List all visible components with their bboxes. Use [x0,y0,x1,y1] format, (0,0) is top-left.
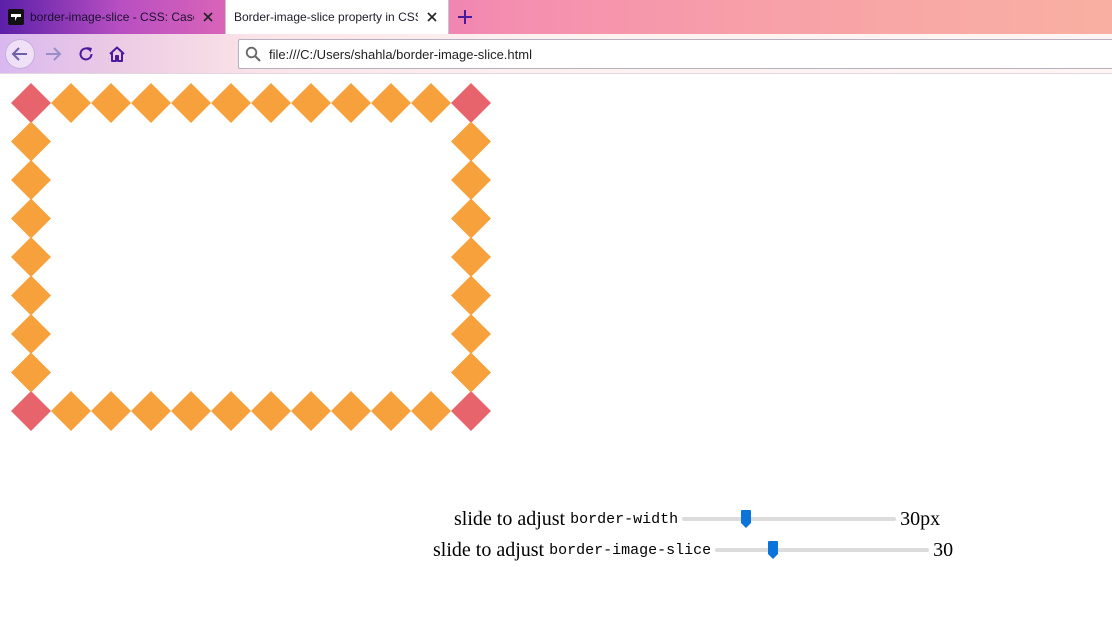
mdn-favicon-icon [8,9,24,25]
edge-diamond [11,314,51,354]
edge-diamond [331,83,371,123]
url-text: file:///C:/Users/shahla/border-image-sli… [269,46,532,62]
edge-diamond [11,121,51,162]
tab-mdn[interactable]: border-image-slice - CSS: Casc [0,0,224,34]
edge-diamond [371,391,411,431]
home-button[interactable] [102,39,132,69]
edge-diamond [91,391,131,431]
close-tab-icon[interactable] [200,9,216,25]
back-arrow-icon [11,47,27,61]
tab-title: Border-image-slice property in CSS [234,10,418,24]
border-width-value: 30px [900,507,941,530]
tab-title: border-image-slice - CSS: Casc [30,10,194,24]
forward-arrow-icon [46,47,62,61]
border-image-slice-label: slide to adjust [433,538,545,561]
edge-diamond [331,391,371,431]
edge-diamond [11,275,51,316]
edge-diamond [451,352,491,393]
corner-diamond [11,391,51,431]
slider-thumb[interactable] [740,509,752,529]
edge-diamond [451,237,491,277]
edge-diamond [131,83,171,123]
edge-diamond [251,391,291,431]
slider-track [715,548,930,552]
edge-diamond [411,83,451,123]
edge-diamond [211,83,251,123]
edge-diamond [11,198,51,239]
page-content: slide to adjust border-width 30px slide … [0,75,1112,618]
edge-diamond [51,83,91,123]
reload-icon [79,47,93,61]
edge-diamond [291,391,331,431]
forward-button[interactable] [38,39,68,69]
close-tab-icon[interactable] [424,9,440,25]
home-icon [109,46,125,62]
border-image-slice-value: 30 [933,538,954,561]
border-width-code: border-width [570,510,679,528]
edge-diamond [11,352,51,393]
edge-diamond [451,198,491,239]
border-image-slice-slider[interactable] [715,538,930,562]
border-image-demo [11,83,491,431]
border-width-slider[interactable] [682,507,897,531]
tab-strip: border-image-slice - CSS: Casc Border-im… [0,0,1112,34]
edge-diamond [211,391,251,431]
edge-diamond [11,160,51,200]
edge-diamond [371,83,411,123]
edge-diamond [411,391,451,431]
edge-diamond [291,83,331,123]
border-image-slice-code: border-image-slice [549,541,712,559]
border-width-label: slide to adjust [454,507,566,530]
edge-diamond [451,314,491,354]
edge-diamond [171,391,211,431]
nav-toolbar: file:///C:/Users/shahla/border-image-sli… [0,34,1112,74]
edge-diamond [91,83,131,123]
edge-diamond [451,275,491,316]
edge-diamond [171,83,211,123]
search-icon [245,46,261,62]
edge-diamond [131,391,171,431]
border-width-control: slide to adjust border-width 30px [454,507,940,531]
slider-thumb[interactable] [767,540,779,560]
corner-diamond [451,83,491,123]
edge-diamond [451,121,491,162]
address-bar[interactable]: file:///C:/Users/shahla/border-image-sli… [238,39,1112,69]
edge-diamond [451,160,491,200]
new-tab-icon[interactable] [452,5,478,29]
edge-diamond [51,391,91,431]
edge-diamond [251,83,291,123]
back-button[interactable] [5,39,35,69]
border-image-slice-control: slide to adjust border-image-slice 30 [433,538,953,562]
corner-diamond [451,391,491,431]
reload-button[interactable] [71,39,101,69]
tab-border-image-slice[interactable]: Border-image-slice property in CSS [225,0,449,34]
slider-track [682,517,897,521]
corner-diamond [11,83,51,123]
edge-diamond [11,237,51,277]
